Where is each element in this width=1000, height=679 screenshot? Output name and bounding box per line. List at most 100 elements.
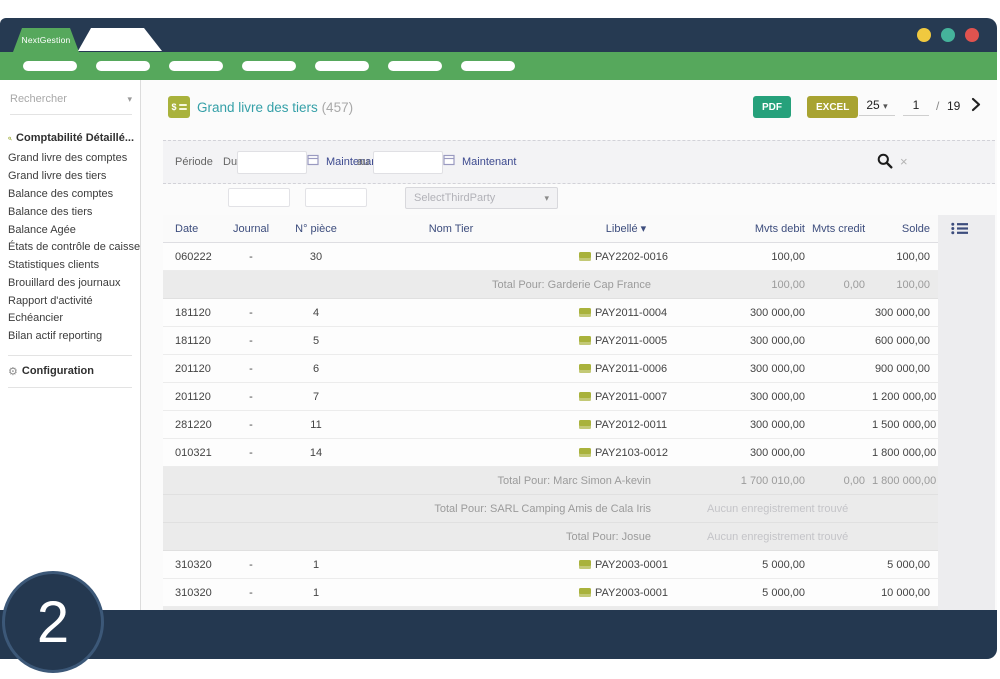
to-now-link[interactable]: Maintenant	[462, 156, 516, 168]
minimize-button[interactable]	[917, 28, 931, 42]
cell-journal: -	[221, 579, 281, 607]
cell-piece: 6	[281, 355, 351, 383]
third-party-select[interactable]: SelectThirdParty ▾	[405, 187, 558, 209]
sidebar-item[interactable]: Brouillard des journaux	[0, 274, 140, 292]
sidebar-divider	[8, 387, 132, 388]
excel-export-button[interactable]: EXCEL	[807, 96, 858, 118]
cell-mvts-debit: 300 000,00	[701, 439, 811, 467]
sidebar-item-configuration[interactable]: ⚙ Configuration	[8, 365, 132, 378]
brand-tab[interactable]: NextGestion	[13, 28, 79, 52]
cell-nom-tier	[351, 411, 551, 439]
column-header[interactable]: Libellé ▾	[551, 215, 701, 243]
cell-date: 181120	[163, 327, 221, 355]
to-label: au	[357, 156, 369, 168]
from-label: Du	[223, 156, 237, 168]
nav-item-placeholder[interactable]	[315, 61, 369, 71]
page-size-select[interactable]: 25 ▾	[859, 98, 895, 116]
sidebar-item[interactable]: Echéancier	[0, 310, 140, 328]
column-header[interactable]: Journal	[221, 215, 281, 243]
sidebar-search-select[interactable]: Rechercher ▾	[10, 93, 132, 115]
payment-icon	[579, 588, 591, 597]
piece-filter-input[interactable]	[305, 188, 367, 207]
column-list-icon[interactable]	[951, 222, 968, 240]
column-header[interactable]: Solde	[871, 215, 938, 243]
sidebar-item[interactable]: Grand livre des tiers	[0, 168, 140, 186]
sidebar-item[interactable]: Balance des comptes	[0, 186, 140, 204]
nav-item-placeholder[interactable]	[461, 61, 515, 71]
total-pages: 19	[947, 99, 960, 113]
step-badge: 2	[2, 571, 104, 673]
cell-date: 310320	[163, 551, 221, 579]
cell-libelle: PAY2011-0004	[551, 299, 701, 327]
sidebar-search-placeholder: Rechercher	[10, 93, 67, 105]
cell-date: 201120	[163, 355, 221, 383]
cell-journal: -	[221, 383, 281, 411]
page-separator: /	[936, 99, 939, 113]
ledger-entry-row: 010321-14PAY2103-0012300 000,001 800 000…	[163, 439, 938, 467]
cell-libelle: PAY2011-0007	[551, 383, 701, 411]
date-from-input[interactable]	[237, 151, 307, 174]
cell-libelle: PAY2011-0005	[551, 327, 701, 355]
cell-nom-tier	[351, 551, 551, 579]
cell-mvts-credit	[811, 299, 871, 327]
maximize-button[interactable]	[941, 28, 955, 42]
nav-item-placeholder[interactable]	[242, 61, 296, 71]
sidebar-item[interactable]: États de contrôle de caisse	[0, 239, 140, 257]
sidebar-item[interactable]: Grand livre des comptes	[0, 150, 140, 168]
cell-nom-tier	[351, 243, 551, 271]
sidebar-item[interactable]: Bilan actif reporting	[0, 328, 140, 346]
cell-piece: 4	[281, 299, 351, 327]
cell-mvts-credit	[811, 355, 871, 383]
nav-item-placeholder[interactable]	[388, 61, 442, 71]
cell-date: 201120	[163, 383, 221, 411]
sidebar-item[interactable]: Balance Agée	[0, 221, 140, 239]
column-header[interactable]: Date	[163, 215, 221, 243]
ledger-table: DateJournalN° pièceNom TierLibellé ▾Mvts…	[163, 215, 938, 610]
calendar-icon[interactable]	[307, 154, 319, 166]
sidebar-item[interactable]: Rapport d'activité	[0, 292, 140, 310]
cell-mvts-debit: 300 000,00	[701, 327, 811, 355]
total-label: Total Pour: Marc Simon A-kevin	[163, 467, 701, 495]
cell-nom-tier	[351, 327, 551, 355]
cell-mvts-debit: 300 000,00	[701, 383, 811, 411]
cell-mvts-debit: 300 000,00	[701, 355, 811, 383]
ledger-entry-row: 201120-6PAY2011-0006300 000,00900 000,00	[163, 355, 938, 383]
cell-solde: 1 800 000,00	[871, 439, 938, 467]
nav-item-placeholder[interactable]	[23, 61, 77, 71]
date-to-input[interactable]	[373, 151, 443, 174]
app-window: NextGestion Rechercher ▾ Comptabilité Dé…	[0, 0, 1000, 679]
cell-solde	[871, 495, 938, 523]
nav-item-placeholder[interactable]	[96, 61, 150, 71]
sidebar-section-comptabilite[interactable]: Comptabilité Détaillé...	[8, 132, 134, 144]
cell-nom-tier	[351, 439, 551, 467]
close-button[interactable]	[965, 28, 979, 42]
nav-item-placeholder[interactable]	[169, 61, 223, 71]
ledger-table-zone: DateJournalN° pièceNom TierLibellé ▾Mvts…	[163, 215, 995, 610]
calendar-icon[interactable]	[443, 154, 455, 166]
column-header[interactable]: Mvts credit	[811, 215, 871, 243]
journal-filter-input[interactable]	[228, 188, 290, 207]
cell-journal: -	[221, 327, 281, 355]
payment-icon	[579, 560, 591, 569]
clear-filter-button[interactable]: ×	[900, 154, 908, 169]
current-page-input[interactable]: 1	[903, 98, 929, 116]
cell-mvts-credit	[811, 439, 871, 467]
table-header-row: DateJournalN° pièceNom TierLibellé ▾Mvts…	[163, 215, 938, 243]
cell-solde: 100,00	[871, 243, 938, 271]
column-header[interactable]: N° pièce	[281, 215, 351, 243]
sort-caret-icon: ▾	[638, 223, 647, 235]
ledger-entry-row: 060222-30PAY2202-0016100,00100,00	[163, 243, 938, 271]
pdf-export-button[interactable]: PDF	[753, 96, 791, 118]
sidebar-item[interactable]: Balance des tiers	[0, 203, 140, 221]
cell-piece: 14	[281, 439, 351, 467]
total-mvts-debit: 1 700 010,00	[701, 467, 811, 495]
cell-libelle: PAY2202-0016	[551, 243, 701, 271]
cell-mvts-credit	[811, 579, 871, 607]
column-header[interactable]: Mvts debit	[701, 215, 811, 243]
column-header[interactable]: Nom Tier	[351, 215, 551, 243]
next-page-button[interactable]	[971, 97, 981, 117]
cell-solde: 900 000,00	[871, 355, 938, 383]
apply-search-button[interactable]	[877, 153, 893, 172]
secondary-tab-placeholder[interactable]	[78, 28, 162, 51]
sidebar-item[interactable]: Statistiques clients	[0, 257, 140, 275]
